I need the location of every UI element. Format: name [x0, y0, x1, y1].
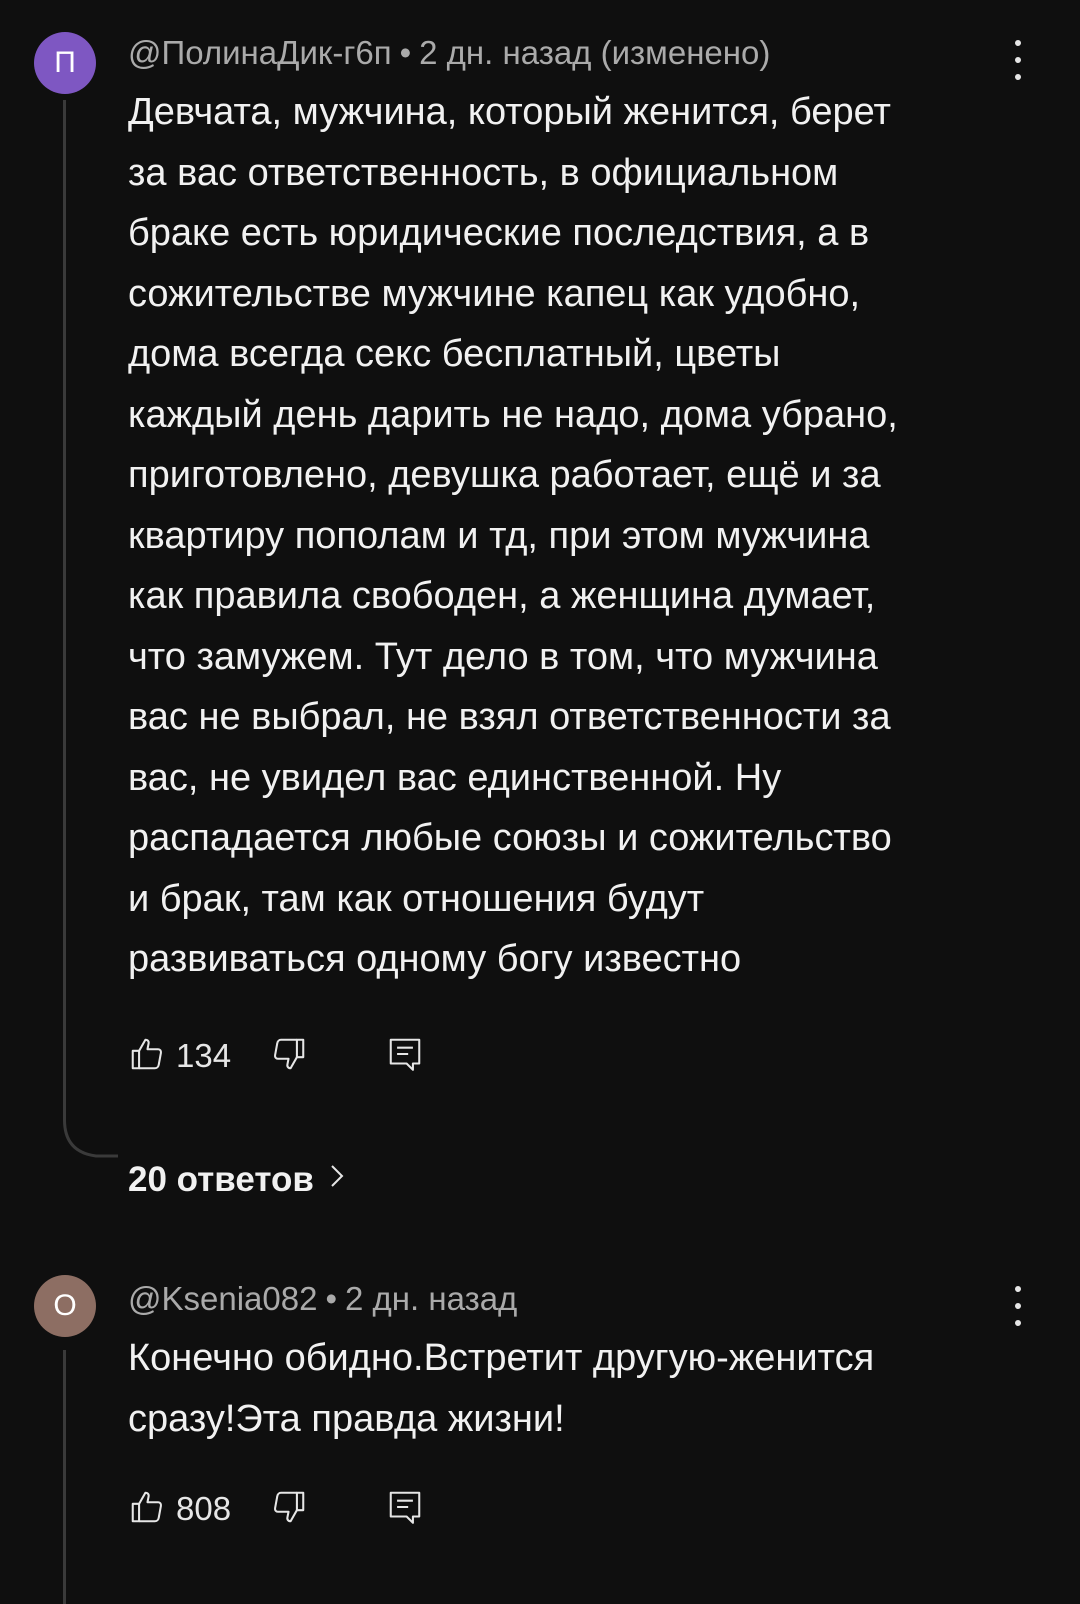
avatar-letter: O [53, 1289, 77, 1322]
view-replies-button[interactable]: 20 ответов [128, 1160, 346, 1200]
comment-text: Девчата, мужчина, который женится, берет… [128, 91, 898, 980]
replies-label: 20 ответов [128, 1160, 314, 1199]
avatar-letter: П [54, 46, 76, 79]
like-count: 808 [176, 1490, 232, 1527]
thread-curve [63, 1100, 118, 1158]
avatar[interactable]: П [34, 32, 96, 94]
thumb-down-icon[interactable] [270, 1488, 308, 1531]
author-name[interactable]: @ПолинаДик-г6п [128, 34, 392, 71]
thumb-up-icon[interactable] [128, 1488, 166, 1531]
thumb-up-icon[interactable] [128, 1035, 166, 1078]
thread-line [63, 100, 66, 1120]
chevron-right-icon [314, 1160, 346, 1200]
thread-line [63, 1350, 66, 1604]
meta-separator: • [399, 34, 412, 71]
meta-separator: • [325, 1280, 338, 1317]
comment-actions: 134 [128, 1031, 424, 1081]
author-name[interactable]: @Ksenia082 [128, 1280, 317, 1317]
like-count: 134 [176, 1037, 232, 1074]
reply-icon[interactable] [386, 1488, 424, 1531]
thumb-down-icon[interactable] [270, 1035, 308, 1078]
comments-page: П @ПолинаДик-г6п • 2 дн. назад (изменено) … [0, 0, 1080, 1604]
comment-actions: 808 [128, 1484, 424, 1534]
more-vert-icon[interactable] [1008, 40, 1028, 80]
comment-time: 2 дн. назад (изменено) [419, 34, 771, 71]
avatar[interactable]: O [34, 1275, 96, 1337]
more-vert-icon[interactable] [1008, 1286, 1028, 1326]
reply-icon[interactable] [386, 1035, 424, 1078]
comment-meta: @Ksenia082 • 2 дн. назад [128, 1280, 517, 1318]
comment-text: Конечно обидно.Встретит другую-женится с… [128, 1337, 875, 1440]
comment-time: 2 дн. назад [345, 1280, 518, 1317]
comment-meta: @ПолинаДик-г6п • 2 дн. назад (изменено) [128, 34, 770, 72]
